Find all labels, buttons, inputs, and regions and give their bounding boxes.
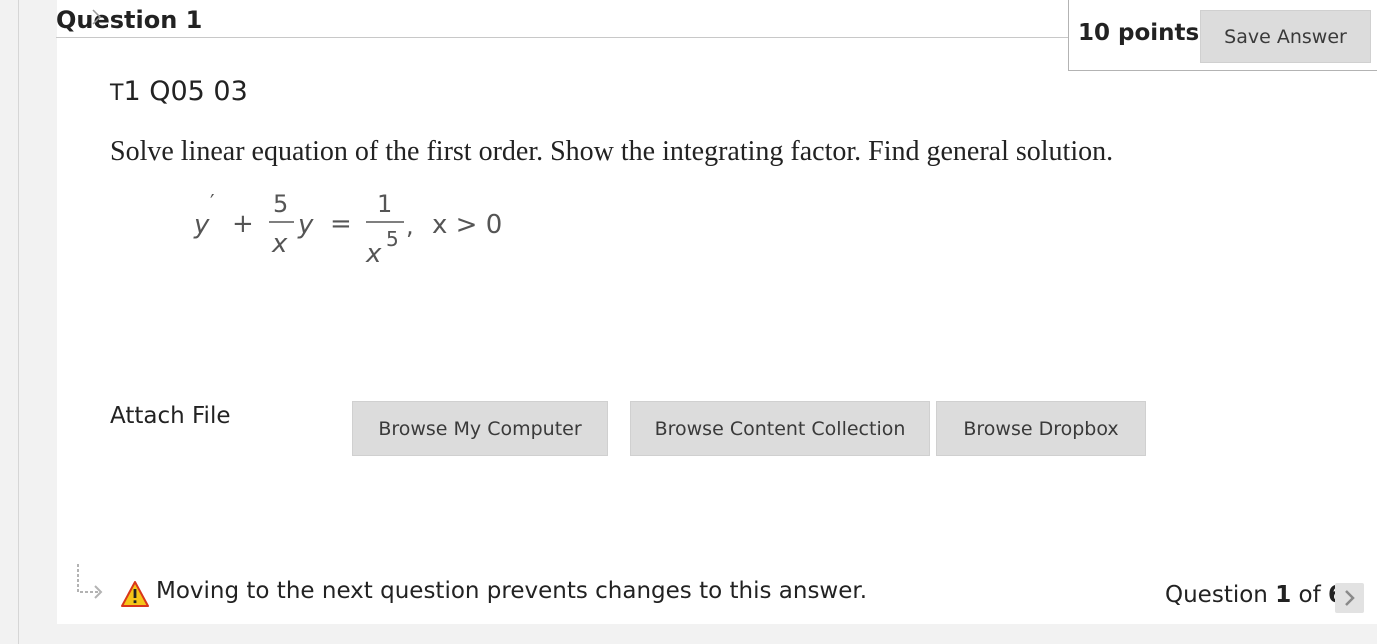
browse-content-collection-button[interactable]: Browse Content Collection [630, 401, 930, 456]
question-code: T1 Q05 03 [110, 76, 248, 107]
eq-mult-var: y [297, 210, 314, 240]
browse-my-computer-button[interactable]: Browse My Computer [352, 401, 608, 456]
eq-frac2-den-base: x [365, 239, 382, 269]
eq-frac2-num: 1 [377, 190, 392, 218]
eq-equals: = [330, 209, 352, 239]
question-code-value: 1 Q05 03 [123, 76, 248, 107]
chevron-right-icon [92, 9, 102, 25]
eq-frac2-den-exp: 5 [386, 227, 399, 251]
save-answer-button[interactable]: Save Answer [1200, 10, 1371, 63]
navigation-warning: Moving to the next question prevents cha… [156, 578, 868, 604]
question-card [57, 0, 1377, 624]
return-arrow-icon [77, 564, 103, 599]
counter-of: of [1298, 582, 1321, 608]
question-instruction: Solve linear equation of the first order… [110, 136, 1114, 167]
browse-dropbox-button[interactable]: Browse Dropbox [936, 401, 1146, 456]
points-value: 10 points [1078, 20, 1200, 46]
eq-comma: , [406, 212, 414, 240]
eq-plus: + [232, 209, 254, 239]
eq-condition: x > 0 [432, 210, 502, 240]
chevron-right-icon [1345, 590, 1355, 606]
next-question-button[interactable] [1335, 583, 1364, 613]
question-counter: Question 1 of 6 [1165, 582, 1344, 608]
question-code-prefix: T [110, 81, 124, 106]
eq-frac1-den: x [271, 229, 288, 259]
eq-lhs-var: y [193, 210, 210, 240]
attach-file-label: Attach File [110, 403, 231, 429]
counter-prefix: Question [1165, 582, 1268, 608]
left-page-rule [18, 0, 19, 644]
title-divider [56, 37, 1069, 38]
question-title: Question 1 [56, 6, 203, 34]
eq-frac1-num: 5 [273, 190, 288, 218]
equation-image: y ′ + 5 x y = 1 x 5 , x > 0 [193, 190, 502, 269]
warning-icon [121, 581, 149, 607]
eq-prime: ′ [210, 190, 215, 214]
counter-current: 1 [1275, 582, 1292, 608]
